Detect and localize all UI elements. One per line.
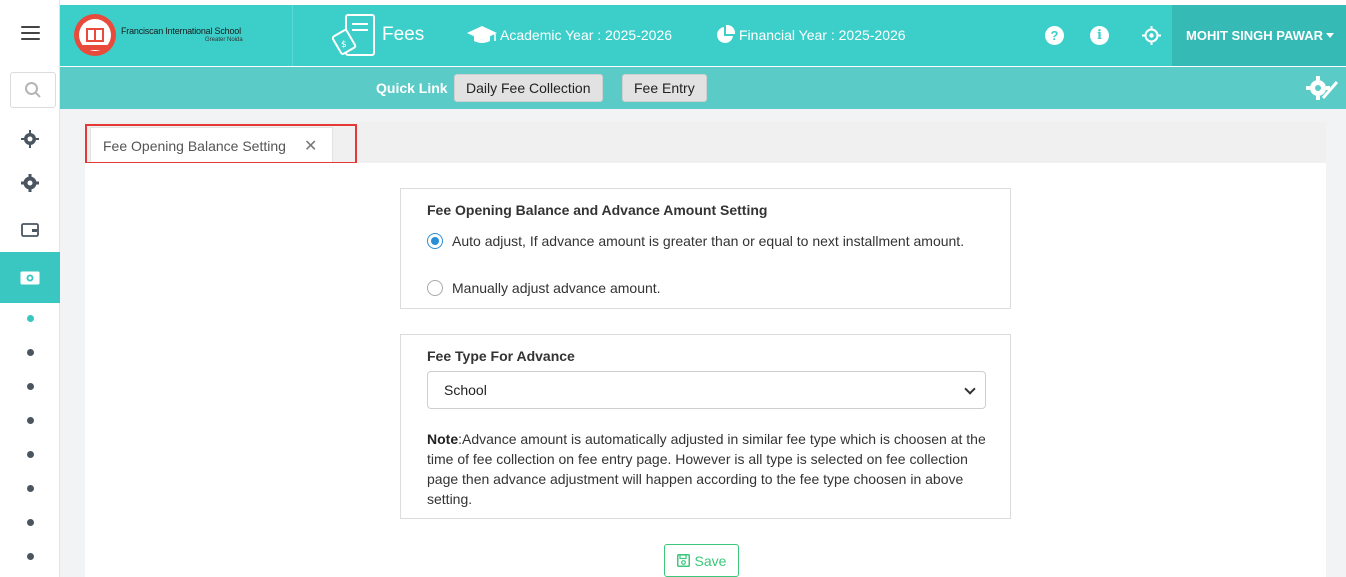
chevron-down-icon <box>964 383 976 395</box>
module-name: Fees <box>382 24 425 45</box>
sidebar-item-settings[interactable] <box>0 168 60 198</box>
svg-text:$: $ <box>341 40 347 50</box>
cog-network-icon <box>21 130 39 148</box>
financial-year-label: Financial Year : 2025-2026 <box>739 27 906 43</box>
module-title: $ Fees <box>332 11 424 59</box>
note-label: Note <box>427 431 459 447</box>
tab-highlight-box <box>85 124 357 164</box>
manual-adjust-label: Manually adjust advance amount. <box>452 280 661 296</box>
sidebar-search-button[interactable] <box>10 72 56 108</box>
help-icon[interactable]: ? <box>1045 26 1064 45</box>
fee-type-card: Fee Type For Advance School Note:Advance… <box>400 334 1011 519</box>
floppy-disk-icon <box>676 554 690 567</box>
academic-year[interactable]: Academic Year : 2025-2026 <box>466 25 672 45</box>
submenu-dot[interactable] <box>27 485 34 492</box>
daily-fee-collection-button[interactable]: Daily Fee Collection <box>454 74 603 102</box>
fee-type-select[interactable]: School <box>427 371 986 409</box>
info-icon[interactable]: i <box>1090 26 1109 45</box>
hamburger-menu-icon[interactable] <box>21 26 40 40</box>
save-label: Save <box>694 552 727 569</box>
submenu-dot[interactable] <box>27 417 34 424</box>
auto-adjust-radio[interactable] <box>427 233 443 249</box>
balance-setting-card: Fee Opening Balance and Advance Amount S… <box>400 188 1011 309</box>
submenu-dot[interactable] <box>27 315 34 322</box>
academic-year-label: Academic Year : 2025-2026 <box>500 27 673 43</box>
quick-link-label: Quick Link <box>376 80 448 96</box>
school-crest-logo <box>74 14 116 56</box>
submenu-dot[interactable] <box>27 451 34 458</box>
quick-link-bar: Quick Link Daily Fee Collection Fee Entr… <box>60 67 1346 109</box>
sidebar-item-wallet[interactable] <box>0 215 60 245</box>
submenu-dot[interactable] <box>27 349 34 356</box>
balance-setting-title: Fee Opening Balance and Advance Amount S… <box>427 202 768 218</box>
pie-chart-icon <box>717 25 735 43</box>
manual-adjust-radio[interactable] <box>427 280 443 296</box>
financial-year[interactable]: Financial Year : 2025-2026 <box>715 25 906 45</box>
fee-entry-button[interactable]: Fee Entry <box>622 74 707 102</box>
settings-gear-icon[interactable] <box>1142 26 1161 50</box>
auto-adjust-option[interactable]: Auto adjust, If advance amount is greate… <box>427 231 987 251</box>
manual-adjust-option[interactable]: Manually adjust advance amount. <box>427 278 661 298</box>
user-name: MOHIT SINGH PAWAR <box>1186 28 1323 43</box>
money-icon <box>20 271 40 284</box>
submenu-dot[interactable] <box>27 383 34 390</box>
top-header: Franciscan International School Greater … <box>60 5 1346 66</box>
submenu-dot[interactable] <box>27 553 34 560</box>
graduation-cap-icon <box>467 26 497 43</box>
fee-type-selected-value: School <box>444 382 487 398</box>
fee-type-title: Fee Type For Advance <box>427 348 575 364</box>
school-name: Franciscan International School <box>121 26 241 36</box>
sidebar-item-settings-network[interactable] <box>0 124 60 154</box>
user-menu[interactable]: MOHIT SINGH PAWAR <box>1172 5 1346 66</box>
gear-icon <box>21 174 39 192</box>
note-text: :Advance amount is automatically adjuste… <box>427 431 986 507</box>
settings-edit-icon[interactable] <box>1305 74 1339 107</box>
save-button[interactable]: Save <box>664 544 739 577</box>
search-icon <box>25 82 41 98</box>
wallet-icon <box>21 223 39 237</box>
school-logo-area[interactable]: Franciscan International School Greater … <box>60 5 293 66</box>
fees-document-icon: $ <box>332 14 375 56</box>
chevron-down-icon <box>1325 33 1334 38</box>
advance-note: Note:Advance amount is automatically adj… <box>427 429 987 509</box>
school-location: Greater Noida <box>205 37 243 43</box>
sidebar-item-fees[interactable] <box>0 252 60 303</box>
submenu-dot[interactable] <box>27 519 34 526</box>
left-sidebar <box>0 0 60 577</box>
auto-adjust-label: Auto adjust, If advance amount is greate… <box>452 233 965 249</box>
